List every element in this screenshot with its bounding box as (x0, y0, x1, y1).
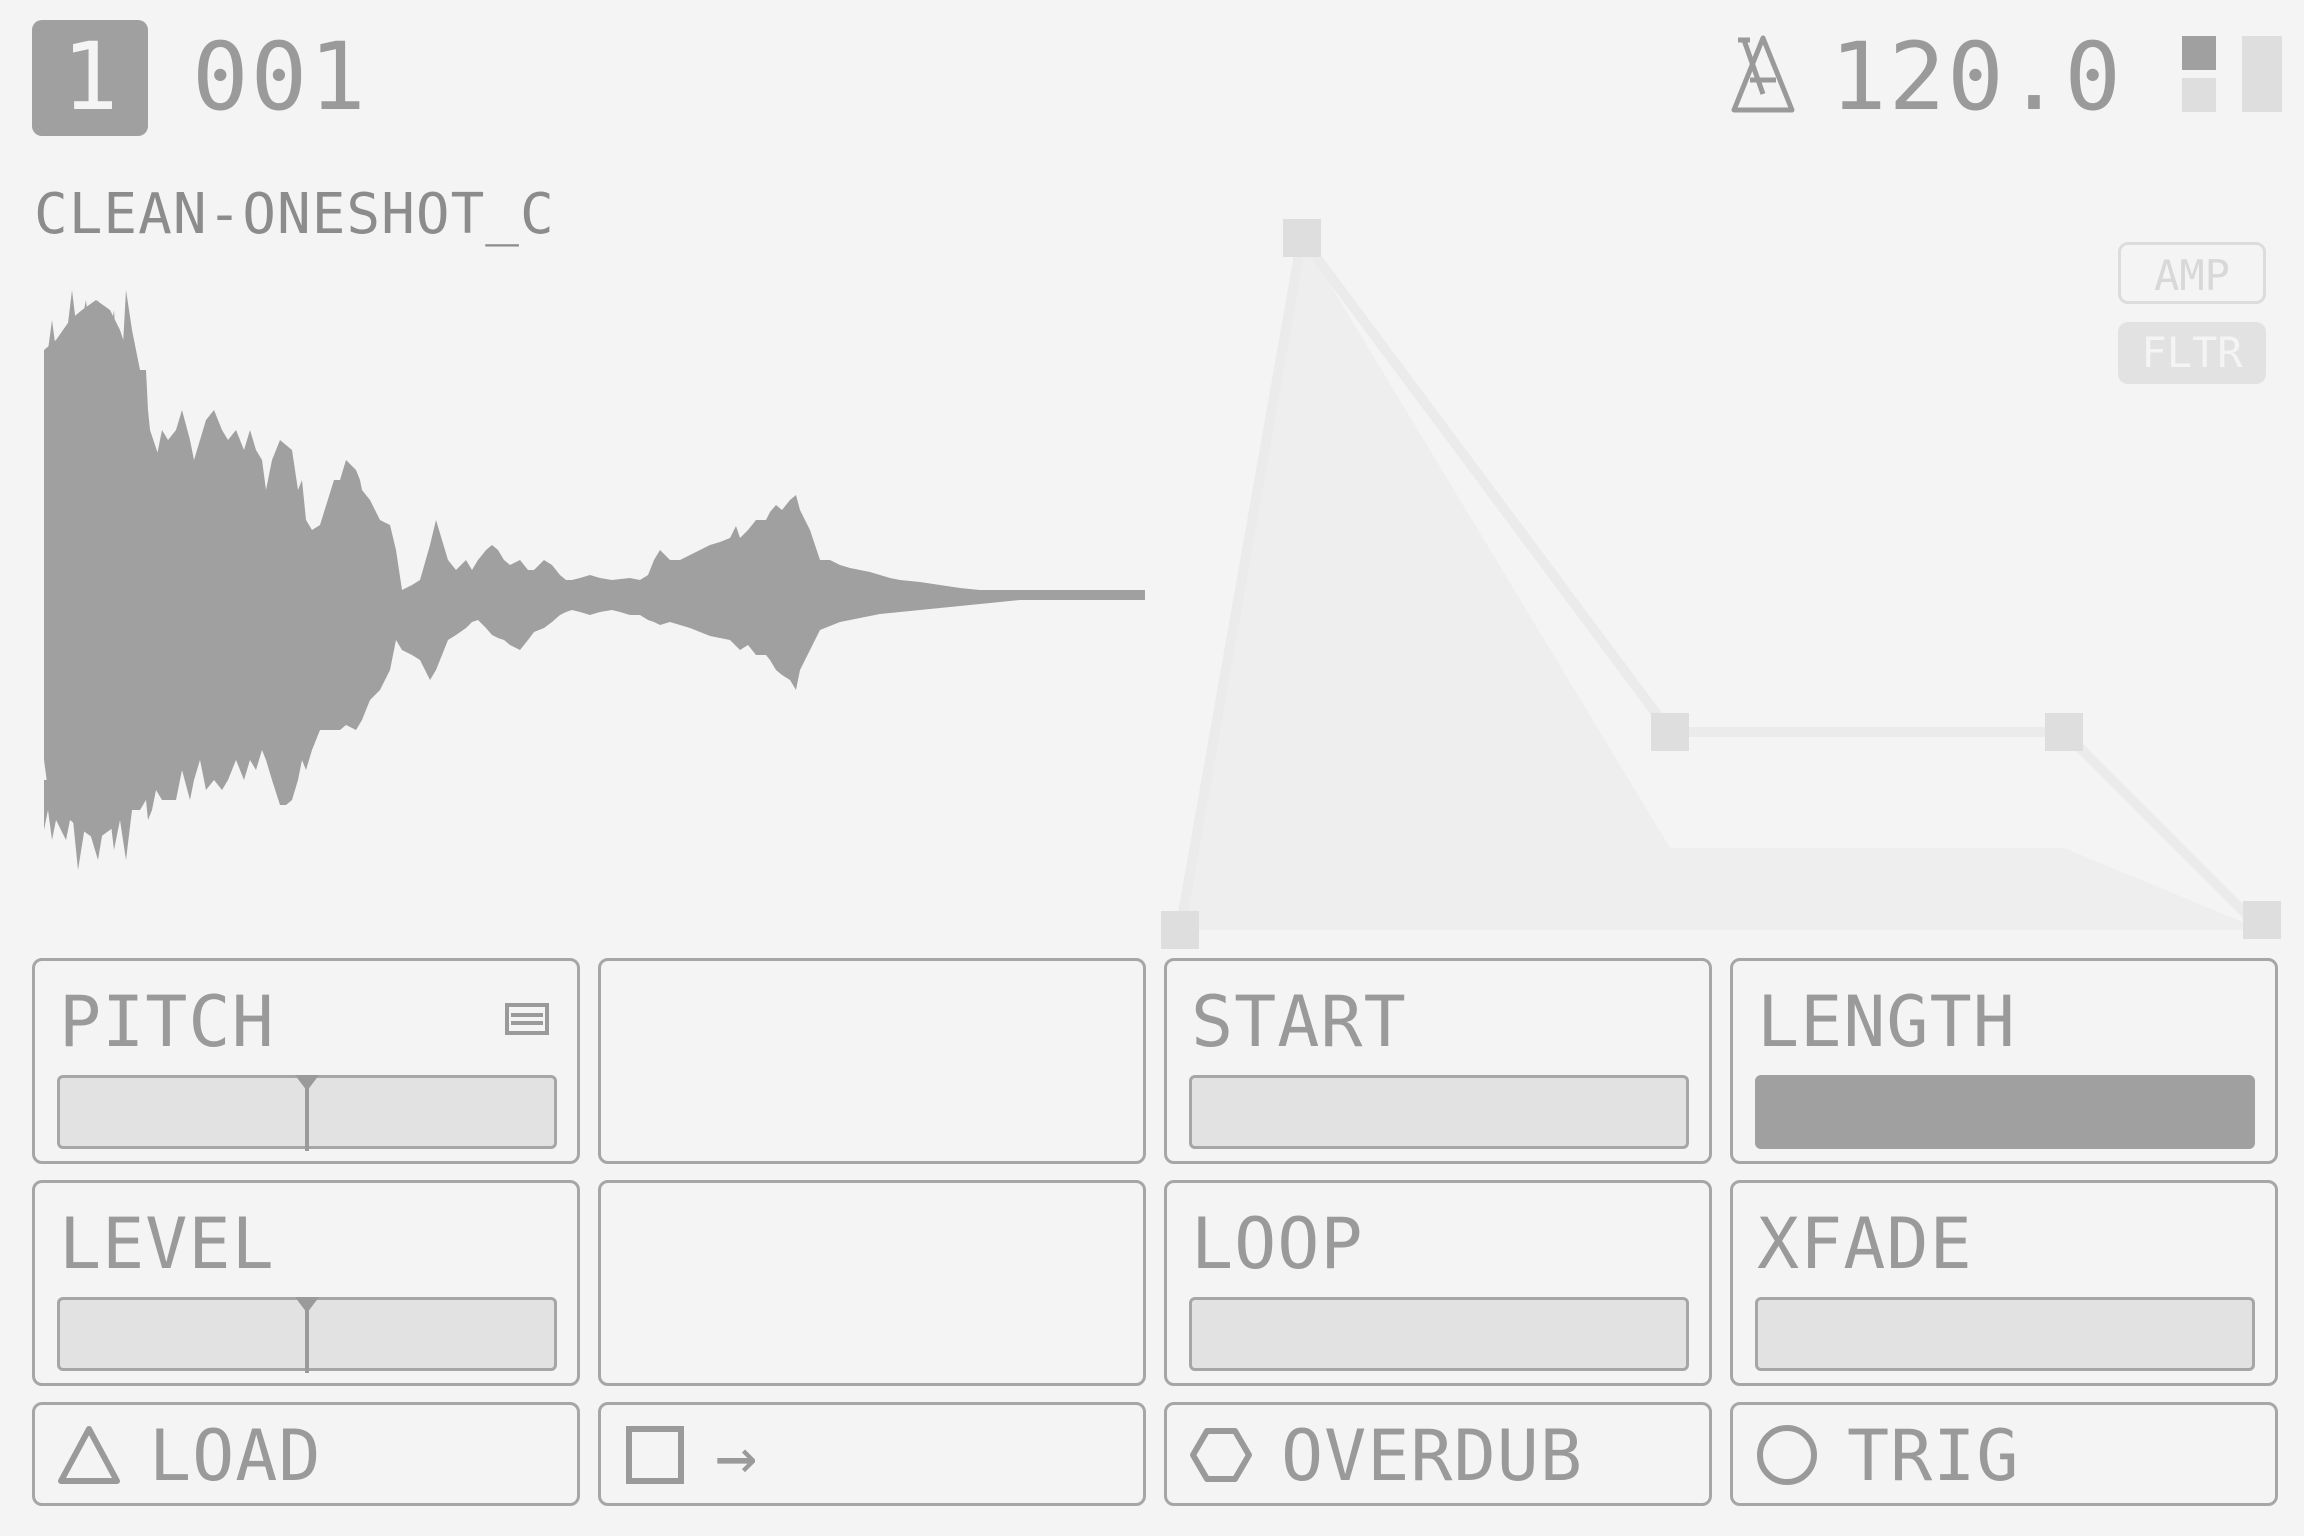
param-card-level[interactable]: LEVEL (32, 1180, 580, 1386)
level-slider[interactable] (57, 1297, 557, 1373)
param-label-level: LEVEL (59, 1203, 275, 1285)
trig-button-label: TRIG (1847, 1415, 2020, 1497)
envelope-node-sustain[interactable] (2045, 713, 2083, 751)
track-number-badge[interactable]: 1 (32, 20, 148, 136)
param-card-loop[interactable]: LOOP (1164, 1180, 1712, 1386)
sample-name: CLEAN-ONESHOT_C (34, 182, 555, 247)
circle-icon (1757, 1425, 1817, 1485)
param-card-xfade[interactable]: XFADE (1730, 1180, 2278, 1386)
envelope-fill (1180, 238, 2262, 930)
param-label-loop: LOOP (1191, 1203, 1364, 1285)
param-label-start: START (1191, 981, 1407, 1063)
envelope-node-start[interactable] (1161, 911, 1199, 949)
param-label-pitch: PITCH (59, 981, 275, 1063)
overdub-button-label: OVERDUB (1281, 1415, 1584, 1497)
loop-slider[interactable] (1189, 1297, 1689, 1371)
level-meter-left-bottom (2182, 78, 2216, 112)
param-card-empty-2 (598, 1180, 1146, 1386)
hexagon-icon (1190, 1428, 1252, 1482)
start-slider[interactable] (1189, 1075, 1689, 1149)
overdub-button[interactable]: OVERDUB (1164, 1402, 1712, 1506)
metronome-icon[interactable] (1730, 34, 1796, 114)
level-meter-left-top (2182, 36, 2216, 70)
xfade-slider[interactable] (1755, 1297, 2255, 1371)
envelope-node-release[interactable] (2243, 901, 2281, 939)
trig-button[interactable]: TRIG (1730, 1402, 2278, 1506)
bpm-display[interactable]: 120.0 (1830, 20, 2123, 136)
waveform-display[interactable] (0, 260, 1160, 900)
envelope-node-attack[interactable] (1283, 219, 1321, 257)
triangle-icon (58, 1426, 120, 1484)
level-meter-right (2242, 36, 2282, 112)
length-slider[interactable] (1755, 1075, 2255, 1149)
param-label-length: LENGTH (1757, 981, 2016, 1063)
slider-center-marker (295, 1297, 319, 1373)
slider-center-marker (295, 1075, 319, 1151)
param-card-empty-1 (598, 958, 1146, 1164)
load-button-label: LOAD (149, 1415, 322, 1497)
param-card-pitch[interactable]: PITCH (32, 958, 580, 1164)
square-icon (626, 1426, 684, 1484)
next-button-label: → (715, 1415, 759, 1497)
pitch-slider[interactable] (57, 1075, 557, 1151)
waveform-shape (44, 290, 1145, 870)
param-card-start[interactable]: START (1164, 958, 1712, 1164)
envelope-editor[interactable] (1150, 200, 2290, 960)
envelope-node-decay[interactable] (1651, 713, 1689, 751)
param-label-xfade: XFADE (1757, 1203, 1973, 1285)
next-button[interactable]: → (598, 1402, 1146, 1506)
param-card-length[interactable]: LENGTH (1730, 958, 2278, 1164)
list-icon[interactable] (505, 1003, 549, 1035)
slot-number: 001 (192, 23, 368, 132)
load-button[interactable]: LOAD (32, 1402, 580, 1506)
